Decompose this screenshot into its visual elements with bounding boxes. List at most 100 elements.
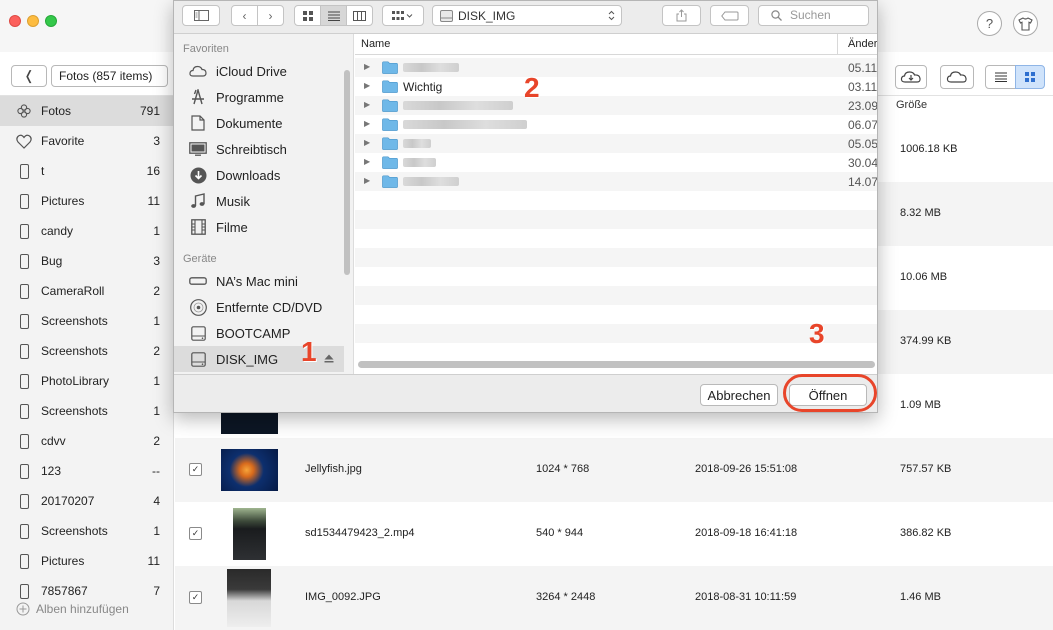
- forward-nav-button[interactable]: ›: [257, 5, 284, 26]
- upload-cloud-button[interactable]: [940, 65, 974, 89]
- download-cloud-button[interactable]: [895, 65, 927, 89]
- sidebar-item-album[interactable]: cdvv 2: [0, 426, 174, 456]
- modified-date: 06.07.: [848, 118, 878, 132]
- sidebar-item-count: 4: [153, 494, 160, 508]
- back-button[interactable]: ❬: [11, 65, 47, 87]
- share-icon: [676, 9, 687, 22]
- help-button[interactable]: ?: [977, 11, 1002, 36]
- disclosure-triangle-icon[interactable]: ▶: [364, 176, 370, 185]
- horizontal-scrollbar[interactable]: [358, 361, 875, 368]
- disclosure-triangle-icon[interactable]: ▶: [364, 100, 370, 109]
- sidebar-item-album[interactable]: Pictures 11: [0, 546, 174, 576]
- sidebar-item-downloads[interactable]: Downloads: [174, 162, 344, 188]
- eject-icon[interactable]: [324, 354, 334, 363]
- file-size: 386.82 KB: [900, 527, 952, 539]
- folder-row[interactable]: ▶ 05.05.: [355, 134, 877, 153]
- path-popup[interactable]: DISK_IMG: [432, 5, 622, 26]
- sidebar-scrollbar[interactable]: [344, 70, 350, 275]
- sidebar-item-album[interactable]: Screenshots 1: [0, 306, 174, 336]
- sidebar-item-album[interactable]: Bug 3: [0, 246, 174, 276]
- table-row[interactable]: ✓ IMG_0092.JPG 3264 * 2448 2018-08-31 10…: [175, 566, 1053, 630]
- sidebar-item-programme[interactable]: Programme: [174, 84, 344, 110]
- empty-row: [355, 305, 877, 324]
- disclosure-triangle-icon[interactable]: ▶: [364, 81, 370, 90]
- folder-icon: [382, 61, 398, 74]
- toggle-sidebar-button[interactable]: [182, 5, 220, 26]
- phone-icon: [16, 433, 32, 449]
- column-header-modified[interactable]: Änder: [837, 34, 877, 55]
- folder-row[interactable]: ▶ 14.07.: [355, 172, 877, 191]
- sidebar-item-dokumente[interactable]: Dokumente: [174, 110, 344, 136]
- table-row[interactable]: ✓ sd1534479423_2.mp4 540 * 944 2018-09-1…: [175, 502, 1053, 566]
- sidebar-item-album[interactable]: 20170207 4: [0, 486, 174, 516]
- sidebar-item-remote-disc[interactable]: Entfernte CD/DVD: [174, 294, 344, 320]
- group-by-button[interactable]: [382, 5, 424, 26]
- folder-row[interactable]: ▶ 30.04.: [355, 153, 878, 172]
- folder-row[interactable]: ▶ 05.11.: [355, 58, 877, 77]
- sidebar-item-album[interactable]: Screenshots 2: [0, 336, 174, 366]
- sidebar-item-album[interactable]: candy 1: [0, 216, 174, 246]
- folder-row[interactable]: ▶ 23.09.: [355, 96, 877, 115]
- sidebar-item-album[interactable]: CameraRoll 2: [0, 276, 174, 306]
- cloud-icon: [189, 62, 207, 80]
- disclosure-triangle-icon[interactable]: ▶: [364, 62, 370, 71]
- sidebar-item-count: 3: [153, 134, 160, 148]
- row-checkbox[interactable]: ✓: [189, 591, 202, 604]
- column-header-size[interactable]: Größe: [896, 99, 927, 111]
- desktop-icon: [189, 140, 207, 158]
- back-nav-button[interactable]: ‹: [231, 5, 258, 26]
- list-view-button[interactable]: [320, 5, 347, 26]
- sidebar-item-album[interactable]: Screenshots 1: [0, 396, 174, 426]
- file-resolution: 3264 * 2448: [536, 591, 596, 603]
- sidebar-item-label: candy: [41, 224, 74, 238]
- row-checkbox[interactable]: ✓: [189, 463, 202, 476]
- sidebar-item-fotos[interactable]: Fotos 791: [0, 96, 174, 126]
- tshirt-button[interactable]: [1013, 11, 1038, 36]
- sidebar-item-schreibtisch[interactable]: Schreibtisch: [174, 136, 344, 162]
- sidebar-item-filme[interactable]: Filme: [174, 214, 344, 240]
- sidebar-item-label: Screenshots: [41, 344, 108, 358]
- file-name: Jellyfish.jpg: [305, 463, 362, 475]
- cancel-button[interactable]: Abbrechen: [700, 384, 778, 406]
- minimize-window-button[interactable]: [27, 15, 39, 27]
- sidebar-item-mac-mini[interactable]: NA’s Mac mini: [174, 268, 344, 294]
- sidebar-item-album[interactable]: 123 --: [0, 456, 174, 486]
- annotation-step-3: 3: [809, 318, 825, 349]
- grid-view-button[interactable]: [1015, 65, 1045, 89]
- share-button[interactable]: [662, 5, 701, 26]
- sidebar-item-album[interactable]: PhotoLibrary 1: [0, 366, 174, 396]
- sidebar-item-musik[interactable]: Musik: [174, 188, 344, 214]
- add-album-button[interactable]: Alben hinzufügen: [16, 602, 129, 616]
- zoom-window-button[interactable]: [45, 15, 57, 27]
- row-checkbox[interactable]: ✓: [189, 527, 202, 540]
- sidebar-item-favorite[interactable]: Favorite 3: [0, 126, 174, 156]
- table-row[interactable]: ✓ Jellyfish.jpg 1024 * 768 2018-09-26 15…: [175, 438, 1053, 502]
- empty-row: [355, 191, 877, 210]
- sidebar-item-label: 20170207: [41, 494, 95, 508]
- disclosure-triangle-icon[interactable]: ▶: [364, 119, 370, 128]
- file-size: 1.09 MB: [900, 399, 941, 411]
- sidebar-item-count: 11: [147, 554, 160, 568]
- sidebar-item-disk-img[interactable]: DISK_IMG: [174, 346, 344, 372]
- disclosure-triangle-icon[interactable]: ▶: [364, 157, 370, 166]
- modified-date: 30.04.: [848, 156, 878, 170]
- disclosure-triangle-icon[interactable]: ▶: [364, 138, 370, 147]
- sidebar-item-album[interactable]: Screenshots 1: [0, 516, 174, 546]
- sidebar-item-label: Entfernte CD/DVD: [216, 300, 323, 315]
- sidebar-item-count: 791: [139, 104, 160, 118]
- sidebar-item-album[interactable]: Pictures 11: [0, 186, 174, 216]
- sidebar-item-icloud-drive[interactable]: iCloud Drive: [174, 58, 344, 84]
- sidebar-item-album[interactable]: t 16: [0, 156, 174, 186]
- folder-row[interactable]: ▶ 06.07.: [355, 115, 878, 134]
- folder-icon: [382, 156, 398, 169]
- sidebar-item-bootcamp[interactable]: BOOTCAMP: [174, 320, 344, 346]
- icon-view-button[interactable]: [294, 5, 321, 26]
- sidebar-item-label: Dokumente: [216, 116, 283, 131]
- folder-row[interactable]: ▶ Wichtig 03.11.: [355, 77, 877, 96]
- column-header-name[interactable]: Name: [361, 38, 390, 50]
- sidebar-item-count: 16: [146, 164, 160, 178]
- tag-button[interactable]: [710, 5, 749, 26]
- list-view-button[interactable]: [985, 65, 1016, 89]
- column-view-button[interactable]: [346, 5, 373, 26]
- close-window-button[interactable]: [9, 15, 21, 27]
